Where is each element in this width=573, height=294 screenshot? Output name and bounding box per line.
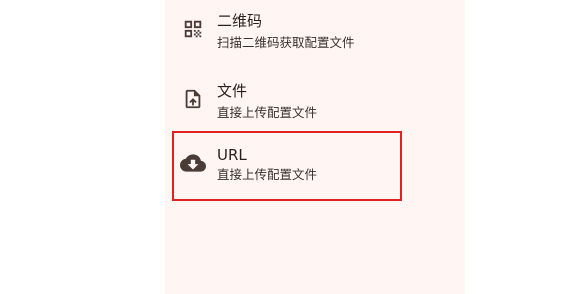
file-upload-icon (182, 88, 204, 110)
menu-item-url[interactable]: URL 直接上传配置文件 (172, 131, 402, 201)
cloud-download-icon (180, 150, 206, 172)
menu-item-file[interactable]: 文件 直接上传配置文件 (172, 66, 402, 136)
menu-item-title: 二维码 (217, 12, 263, 30)
menu-item-title: 文件 (217, 82, 248, 100)
menu-item-qr-code[interactable]: 二维码 扫描二维码获取配置文件 (172, 0, 402, 66)
menu-item-description: 扫描二维码获取配置文件 (217, 35, 355, 50)
menu-item-description: 直接上传配置文件 (217, 167, 318, 182)
menu-item-description: 直接上传配置文件 (217, 105, 318, 120)
qr-code-icon (182, 18, 204, 40)
menu-item-title: URL (217, 146, 247, 164)
